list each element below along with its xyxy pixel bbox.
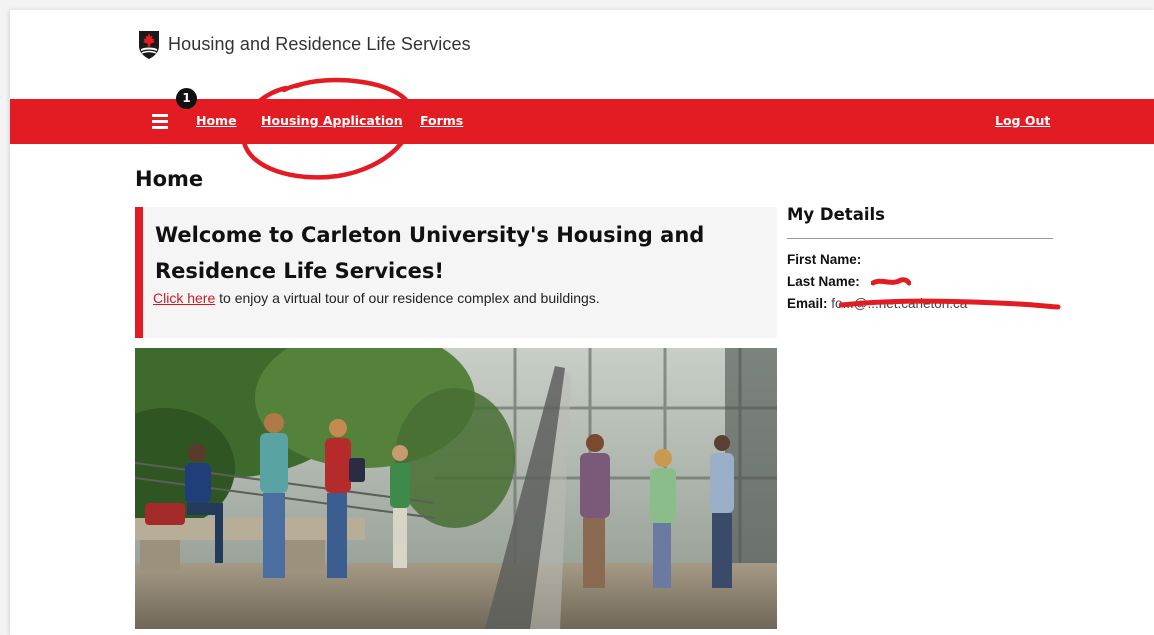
details-divider — [787, 238, 1053, 239]
tour-text: to enjoy a virtual tour of our residence… — [215, 290, 600, 306]
virtual-tour-link[interactable]: Click here — [153, 290, 215, 306]
my-details-title: My Details — [787, 205, 885, 224]
nav-home-link[interactable]: Home — [196, 113, 237, 128]
nav-housing-application-link[interactable]: Housing Application — [261, 113, 403, 128]
email-row: Email: fo...@...net.carleton.ca — [787, 293, 1061, 315]
email-label: Email: — [787, 296, 828, 311]
first-name-row: First Name: — [787, 249, 1053, 271]
nav-forms-link[interactable]: Forms — [420, 113, 463, 128]
main-nav-bar: 1 Home Housing Application Forms Log Out — [10, 88, 1154, 144]
last-name-label: Last Name: — [787, 274, 860, 289]
welcome-panel: Welcome to Carleton University's Housing… — [135, 207, 777, 338]
hero-image — [135, 348, 777, 629]
redaction-scribble — [871, 277, 911, 286]
brand-title: Housing and Residence Life Services — [168, 33, 471, 54]
welcome-heading: Welcome to Carleton University's Housing… — [155, 223, 705, 283]
site-brand[interactable]: Housing and Residence Life Services — [138, 28, 471, 60]
tour-paragraph: Click here to enjoy a virtual tour of ou… — [153, 290, 600, 306]
annotation-number-badge: 1 — [176, 88, 197, 109]
hamburger-menu-icon[interactable] — [152, 114, 168, 129]
campus-students-photo — [135, 348, 777, 629]
shield-maple-leaf-icon — [139, 31, 159, 59]
first-name-label: First Name: — [787, 252, 862, 267]
nav-logout-link[interactable]: Log Out — [995, 113, 1050, 128]
page: Housing and Residence Life Services 1 Ho… — [10, 10, 1154, 635]
email-value: fo...@...net.carleton.ca — [831, 296, 968, 311]
my-details-panel: My Details First Name: Last Name: Email:… — [787, 205, 1061, 315]
last-name-row: Last Name: — [787, 271, 1053, 293]
page-title: Home — [135, 167, 204, 191]
